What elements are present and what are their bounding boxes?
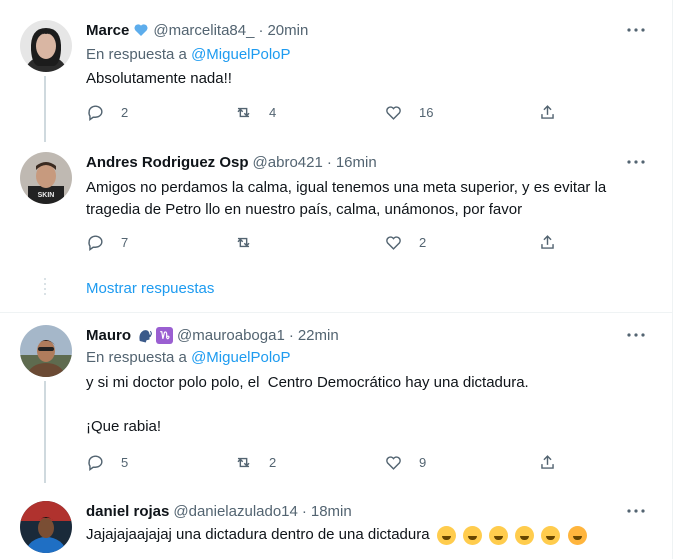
reply-context: En respuesta a @MiguelPoloP <box>86 46 291 63</box>
more-options-icon[interactable] <box>626 20 646 40</box>
author-name[interactable]: Mauro <box>86 327 131 344</box>
like-button[interactable]: 2 <box>384 233 426 252</box>
tweet-andres[interactable]: SKIN Andres Rodriguez Osp @abro421 · 16m… <box>0 142 672 270</box>
timestamp[interactable]: 16min <box>336 154 377 171</box>
separator-dot: · <box>258 21 264 39</box>
joy-emoji-icon <box>436 525 456 545</box>
avatar-andres[interactable]: SKIN <box>20 152 72 204</box>
like-button[interactable]: 9 <box>384 453 426 472</box>
thread-dots <box>44 278 46 298</box>
tweet-header: Mauro @mauroaboga1 · 22min <box>86 324 339 346</box>
reply-button[interactable]: 2 <box>86 103 128 122</box>
reply-icon <box>88 105 103 122</box>
retweet-icon <box>237 107 250 118</box>
reply-count: 7 <box>121 235 129 250</box>
retweet-icon <box>237 457 250 468</box>
share-icon <box>541 105 554 119</box>
author-handle[interactable]: @danielazulado14 <box>173 503 298 520</box>
reply-prefix: En respuesta a <box>86 46 187 63</box>
reply-icon <box>88 235 103 252</box>
tweet-text: Jajajajaajajaj una dictadura dentro de u… <box>86 526 430 543</box>
tweet-mauro[interactable]: Mauro @mauroaboga1 · 22min En respuesta … <box>0 313 672 483</box>
reply-button[interactable]: 7 <box>86 233 128 252</box>
joy-emoji-icon <box>541 525 561 545</box>
tweet-header: Marce @marcelita84_ · 20min <box>86 19 308 41</box>
thread-line <box>44 381 46 483</box>
separator-dot: · <box>326 153 332 171</box>
joy-emoji-icon <box>515 525 535 545</box>
heart-icon <box>386 106 401 120</box>
tweet-marce[interactable]: Marce @marcelita84_ · 20min En respuesta… <box>0 0 672 142</box>
separator-dot: · <box>288 326 294 344</box>
blue-heart-icon <box>134 24 148 36</box>
like-count: 2 <box>419 235 427 250</box>
reply-to-link[interactable]: @MiguelPoloP <box>191 349 290 366</box>
retweet-button[interactable] <box>234 233 269 252</box>
tweet-text: Amigos no perdamos la calma, igual tenem… <box>86 179 611 218</box>
reply-count: 2 <box>121 105 129 120</box>
share-button[interactable] <box>538 103 557 122</box>
author-name[interactable]: Andres Rodriguez Osp <box>86 154 249 171</box>
author-name[interactable]: daniel rojas <box>86 503 169 520</box>
tweet-header: Andres Rodriguez Osp @abro421 · 16min <box>86 151 377 173</box>
avatar-mauro[interactable] <box>20 325 72 377</box>
retweet-count: 4 <box>269 105 277 120</box>
tweet-header: daniel rojas @danielazulado14 · 18min <box>86 500 352 522</box>
avatar-marce[interactable] <box>20 20 72 72</box>
reply-icon <box>88 455 103 472</box>
separator-dot: · <box>301 502 307 520</box>
speaking-head-icon <box>139 330 152 343</box>
reply-context: En respuesta a @MiguelPoloP <box>86 349 291 366</box>
timestamp[interactable]: 20min <box>267 22 308 39</box>
retweet-count: 2 <box>269 455 277 470</box>
like-count: 9 <box>419 455 427 470</box>
author-handle[interactable]: @abro421 <box>253 154 323 171</box>
svg-text:SKIN: SKIN <box>38 192 55 199</box>
share-icon <box>541 455 554 469</box>
tweet-actions: 2 4 16 <box>86 103 566 127</box>
yawning-emoji-icon <box>567 525 587 545</box>
more-options-icon[interactable] <box>626 325 646 345</box>
joy-emoji-icon <box>462 525 482 545</box>
author-handle[interactable]: @marcelita84_ <box>153 22 254 39</box>
reply-prefix: En respuesta a <box>86 349 187 366</box>
tweet-text: Absolutamente nada!! <box>86 70 232 87</box>
share-icon <box>541 235 554 249</box>
retweet-button[interactable]: 2 <box>234 453 276 472</box>
more-options-icon[interactable] <box>626 501 646 521</box>
show-replies-link[interactable]: Mostrar respuestas <box>86 280 214 297</box>
more-options-icon[interactable] <box>626 152 646 172</box>
avatar-daniel[interactable] <box>20 501 72 553</box>
tweet-daniel[interactable]: daniel rojas @danielazulado14 · 18min Ja… <box>0 483 672 559</box>
like-count: 16 <box>419 105 434 120</box>
retweet-button[interactable]: 4 <box>234 103 276 122</box>
timestamp[interactable]: 18min <box>311 503 352 520</box>
reply-to-link[interactable]: @MiguelPoloP <box>191 46 290 63</box>
tweet-actions: 5 2 9 <box>86 453 566 477</box>
heart-icon <box>386 236 401 250</box>
capricorn-sign-icon <box>156 326 173 344</box>
author-handle[interactable]: @mauroaboga1 <box>177 327 285 344</box>
reply-button[interactable]: 5 <box>86 453 128 472</box>
share-button[interactable] <box>538 233 557 252</box>
like-button[interactable]: 16 <box>384 103 433 122</box>
reply-count: 5 <box>121 455 129 470</box>
share-button[interactable] <box>538 453 557 472</box>
timestamp[interactable]: 22min <box>298 327 339 344</box>
retweet-icon <box>237 237 250 248</box>
thread-line <box>44 76 46 142</box>
tweet-text-line: Jajajajaajajaj una dictadura dentro de u… <box>86 524 656 546</box>
replies-timeline: Marce @marcelita84_ · 20min En respuesta… <box>0 0 673 559</box>
tweet-actions: 7 2 <box>86 233 566 257</box>
heart-icon <box>386 456 401 470</box>
author-name[interactable]: Marce <box>86 22 129 39</box>
joy-emoji-icon <box>489 525 509 545</box>
tweet-text: y si mi doctor polo polo, el Centro Demo… <box>86 374 529 435</box>
